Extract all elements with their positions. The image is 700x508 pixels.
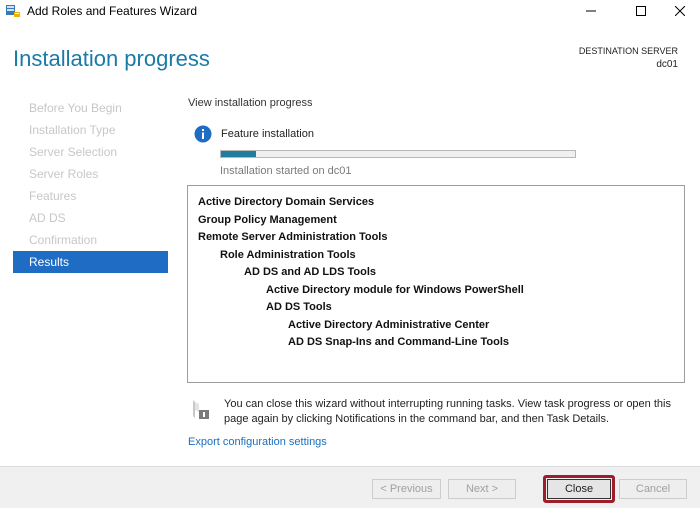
- notification-flag-icon: [193, 400, 209, 419]
- maximize-icon: [636, 6, 646, 16]
- result-item: Active Directory Administrative Center: [288, 318, 490, 331]
- progress-fill: [221, 151, 257, 157]
- result-item: AD DS Snap-Ins and Command-Line Tools: [288, 336, 510, 348]
- nav-item-server-roles[interactable]: Server Roles: [13, 163, 168, 185]
- close-icon: [675, 6, 685, 16]
- minimize-button[interactable]: [568, 0, 614, 22]
- cancel-button[interactable]: Cancel: [619, 479, 687, 499]
- window-title: Add Roles and Features Wizard: [27, 4, 198, 18]
- window-close-button[interactable]: [660, 0, 700, 22]
- export-configuration-link[interactable]: Export configuration settings: [188, 436, 327, 448]
- wizard-nav: Before You Begin Installation Type Serve…: [13, 97, 168, 273]
- nav-item-server-selection[interactable]: Server Selection: [13, 141, 168, 163]
- feature-installation-label: Feature installation: [221, 128, 314, 140]
- maximize-button[interactable]: [618, 0, 664, 22]
- result-item: Group Policy Management: [198, 213, 337, 226]
- nav-item-results[interactable]: Results: [13, 251, 168, 273]
- next-button[interactable]: Next >: [448, 479, 516, 499]
- results-list[interactable]: Active Directory Domain Services Group Po…: [187, 185, 685, 383]
- nav-item-before-you-begin[interactable]: Before You Begin: [13, 97, 168, 119]
- destination-server-label: DESTINATION SERVER: [578, 46, 678, 56]
- title-bar: Add Roles and Features Wizard: [0, 0, 700, 22]
- result-item: AD DS Tools: [266, 301, 332, 313]
- nav-item-features[interactable]: Features: [13, 185, 168, 207]
- minimize-icon: [586, 10, 596, 12]
- result-item: Remote Server Administration Tools: [198, 231, 388, 243]
- result-item: Role Administration Tools: [220, 248, 356, 261]
- page-title: Installation progress: [13, 46, 210, 71]
- result-item: Active Directory module for Windows Powe…: [266, 283, 524, 296]
- close-button[interactable]: Close: [547, 479, 611, 499]
- nav-item-installation-type[interactable]: Installation Type: [13, 119, 168, 141]
- info-icon: [194, 125, 212, 143]
- previous-button[interactable]: < Previous: [372, 479, 441, 499]
- installation-status: Installation started on dc01: [220, 165, 352, 177]
- nav-item-confirmation[interactable]: Confirmation: [13, 229, 168, 251]
- close-wizard-note: You can close this wizard without interr…: [224, 398, 671, 425]
- result-item: Active Directory Domain Services: [198, 196, 375, 208]
- section-title: View installation progress: [188, 97, 313, 109]
- nav-item-ad-ds[interactable]: AD DS: [13, 207, 168, 229]
- result-item: AD DS and AD LDS Tools: [244, 266, 376, 278]
- destination-server-name: dc01: [656, 59, 678, 70]
- installation-progress-bar: [220, 150, 576, 158]
- server-manager-icon: [6, 5, 20, 17]
